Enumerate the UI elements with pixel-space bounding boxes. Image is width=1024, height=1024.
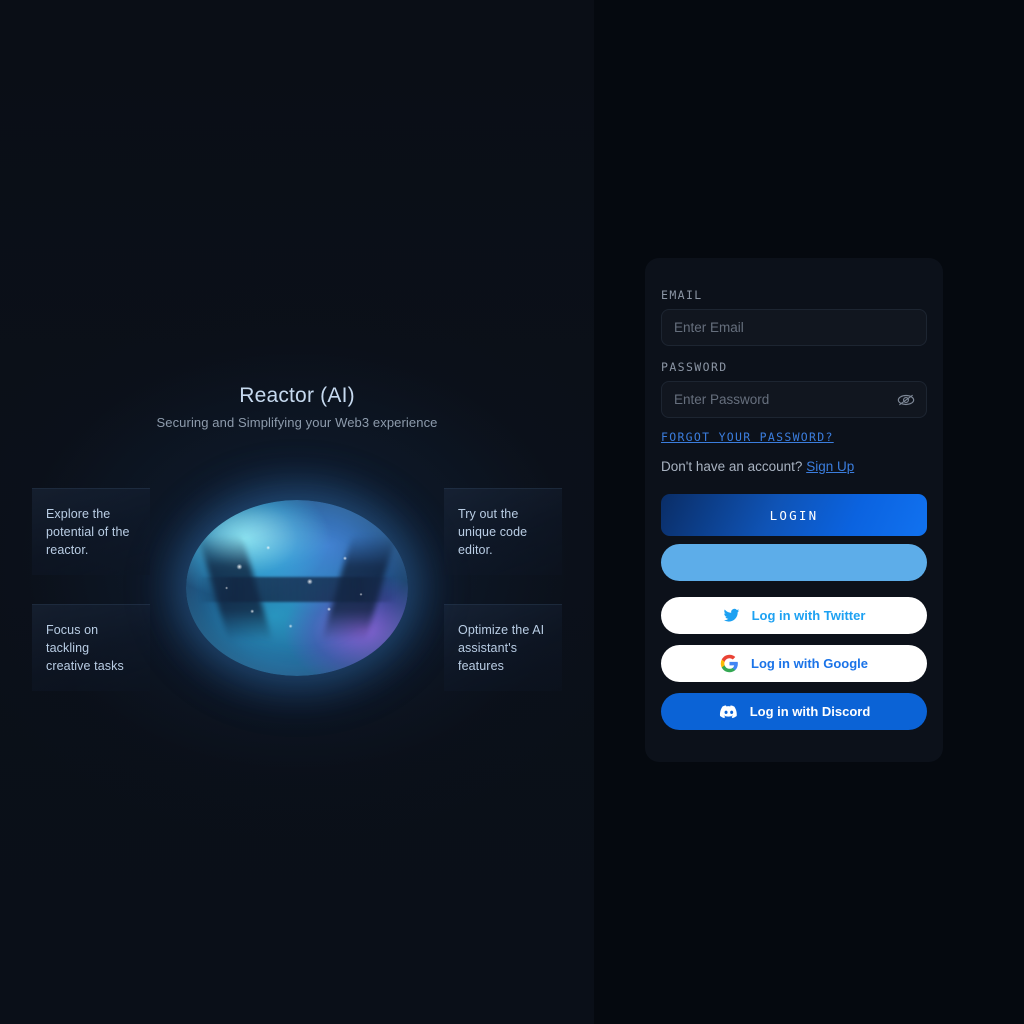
feature-card-explore-potential: Explore the potential of the reactor. [32, 488, 150, 575]
sign-up-link[interactable]: Sign Up [806, 459, 854, 474]
feature-card-text: Try out the unique code editor. [458, 507, 528, 557]
twitter-icon [723, 607, 740, 624]
login-with-discord-label: Log in with Discord [749, 704, 871, 719]
login-with-google-button[interactable]: Log in with Google [661, 645, 927, 682]
feature-card-code-editor: Try out the unique code editor. [444, 488, 562, 575]
google-icon [720, 654, 739, 673]
feature-card-text: Explore the potential of the reactor. [46, 507, 130, 557]
login-button[interactable]: LOGIN [661, 494, 927, 536]
password-field-wrapper [661, 381, 927, 418]
right-auth-panel: EMAIL PASSWORD FORGOT YOUR PASSWORD? Don… [594, 0, 1024, 1024]
login-with-google-label: Log in with Google [751, 656, 868, 671]
reactor-orb-graphic [140, 456, 454, 720]
login-with-twitter-label: Log in with Twitter [751, 608, 866, 623]
hero-text-block: Reactor (AI) Securing and Simplifying yo… [0, 382, 594, 432]
page-title: Reactor (AI) [239, 384, 355, 407]
orb-sphere [186, 500, 408, 676]
feature-card-optimize-ai: Optimize the AI assistant's features [444, 604, 562, 691]
login-with-twitter-button[interactable]: Log in with Twitter [661, 597, 927, 634]
loading-placeholder-button[interactable] [661, 544, 927, 581]
password-label: PASSWORD [661, 360, 728, 374]
login-card: EMAIL PASSWORD FORGOT YOUR PASSWORD? Don… [645, 258, 943, 762]
feature-card-text: Optimize the AI assistant's features [458, 623, 545, 673]
orb-highlight [208, 508, 333, 569]
feature-card-text: Focus on tackling creative tasks [46, 623, 124, 673]
feature-card-focus-creative: Focus on tackling creative tasks [32, 604, 150, 691]
signup-prompt-row: Don't have an account? Sign Up [661, 458, 927, 476]
login-screen: Reactor (AI) Securing and Simplifying yo… [0, 0, 1024, 1024]
login-with-discord-button[interactable]: Log in with Discord [661, 693, 927, 730]
forgot-password-link[interactable]: FORGOT YOUR PASSWORD? [661, 430, 834, 444]
field-spacer [661, 346, 927, 360]
signup-prompt-text: Don't have an account? [661, 459, 803, 474]
discord-icon [718, 702, 738, 722]
eye-off-icon[interactable] [895, 389, 917, 411]
left-promo-panel: Reactor (AI) Securing and Simplifying yo… [0, 0, 594, 1024]
email-input[interactable] [661, 309, 927, 346]
email-label: EMAIL [661, 288, 703, 302]
page-subtitle: Securing and Simplifying your Web3 exper… [156, 415, 438, 430]
password-input[interactable] [661, 381, 927, 418]
